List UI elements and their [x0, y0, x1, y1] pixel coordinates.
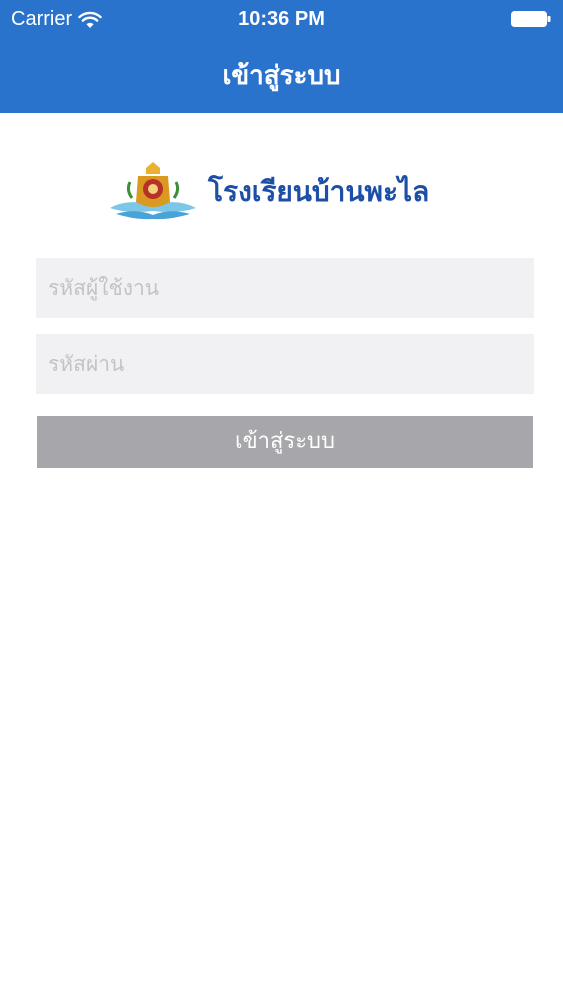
login-button[interactable]: เข้าสู่ระบบ	[37, 416, 533, 468]
password-input[interactable]	[36, 334, 534, 394]
school-emblem-icon	[110, 162, 196, 220]
school-logo: โรงเรียนบ้านพะไล	[108, 158, 429, 226]
app-header: Carrier 10:36 PM เข้าสู่ระบบ	[0, 0, 563, 113]
login-screen: Carrier 10:36 PM เข้าสู่ระบบ โรงเรียนบ้า…	[0, 0, 563, 1000]
username-input[interactable]	[36, 258, 534, 318]
status-bar: Carrier 10:36 PM	[0, 0, 563, 38]
battery-icon	[511, 11, 551, 27]
school-name: โรงเรียนบ้านพะไล	[208, 175, 430, 208]
clock: 10:36 PM	[238, 8, 325, 30]
page-title: เข้าสู่ระบบ	[222, 61, 341, 91]
